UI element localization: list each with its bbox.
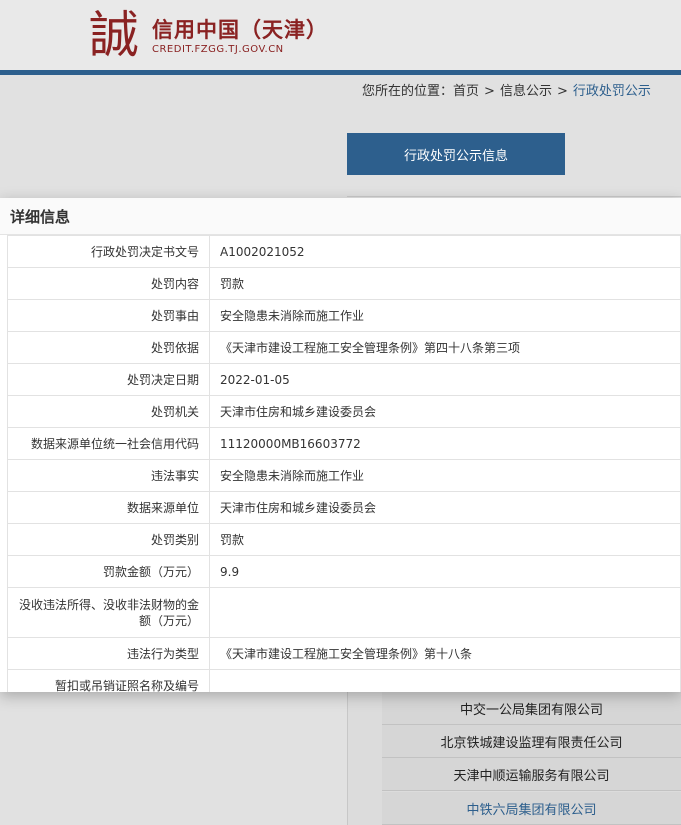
site-title[interactable]: 信用中国（天津）: [152, 14, 328, 44]
field-value: 2022-01-05: [209, 363, 681, 396]
field-label: 处罚内容: [7, 267, 210, 300]
breadcrumb-separator: >: [484, 84, 495, 99]
field-label: 暂扣或吊销证照名称及编号: [7, 669, 210, 692]
table-row: 处罚决定日期 2022-01-05: [7, 363, 681, 396]
field-value: [209, 587, 681, 638]
company-item-tjzs[interactable]: 天津中顺运输服务有限公司: [382, 758, 681, 791]
table-row: 暂扣或吊销证照名称及编号: [7, 669, 681, 692]
field-value: 安全隐患未消除而施工作业: [209, 299, 681, 332]
field-value: 安全隐患未消除而施工作业: [209, 459, 681, 492]
field-label: 罚款金额（万元）: [7, 555, 210, 588]
tab-divider: [347, 196, 681, 197]
detail-table: 行政处罚决定书文号 A1002021052 处罚内容 罚款 处罚事由 安全隐患未消除而施工…: [7, 235, 681, 692]
modal-title: 详细信息: [0, 198, 681, 235]
field-value: 罚款: [209, 267, 681, 300]
table-row: 数据来源单位统一社会信用代码 11120000MB16603772: [7, 427, 681, 460]
table-row: 处罚机关 天津市住房和城乡建设委员会: [7, 395, 681, 428]
field-label: 处罚决定日期: [7, 363, 210, 396]
breadcrumb-current[interactable]: 行政处罚公示: [573, 84, 651, 99]
credit-logo-icon[interactable]: 誠: [86, 2, 142, 64]
table-row: 数据来源单位 天津市住房和城乡建设委员会: [7, 491, 681, 524]
breadcrumb: 您所在的位置：首页 > 信息公示 > 行政处罚公示: [362, 80, 651, 99]
left-panel: [0, 692, 347, 825]
field-value: 《天津市建设工程施工安全管理条例》第十八条: [209, 637, 681, 670]
table-row: 罚款金额（万元） 9.9: [7, 555, 681, 588]
field-value: 罚款: [209, 523, 681, 556]
table-row: 违法事实 安全隐患未消除而施工作业: [7, 459, 681, 492]
field-value: A1002021052: [209, 235, 681, 268]
field-label: 数据来源单位: [7, 491, 210, 524]
field-label: 违法事实: [7, 459, 210, 492]
breadcrumb-separator: >: [556, 84, 568, 99]
field-label: 处罚类别: [7, 523, 210, 556]
site-domain: CREDIT.FZGG.TJ.GOV.CN: [152, 44, 284, 55]
table-row: 处罚事由 安全隐患未消除而施工作业: [7, 299, 681, 332]
list-border: [347, 692, 348, 825]
table-row: 处罚内容 罚款: [7, 267, 681, 300]
svg-text:誠: 誠: [89, 6, 139, 64]
field-value: 天津市住房和城乡建设委员会: [209, 395, 681, 428]
field-label: 没收违法所得、没收非法财物的金额（万元）: [7, 587, 210, 638]
table-row: 没收违法所得、没收非法财物的金额（万元）: [7, 587, 681, 638]
field-label: 处罚依据: [7, 331, 210, 364]
field-label: 处罚事由: [7, 299, 210, 332]
field-value: 《天津市建设工程施工安全管理条例》第四十八条第三项: [209, 331, 681, 364]
field-label: 行政处罚决定书文号: [7, 235, 210, 268]
field-label: 处罚机关: [7, 395, 210, 428]
field-label: 数据来源单位统一社会信用代码: [7, 427, 210, 460]
site-header: 誠 信用中国（天津） CREDIT.FZGG.TJ.GOV.CN: [0, 0, 681, 70]
tab-admin-penalty[interactable]: 行政处罚公示信息: [347, 133, 565, 175]
company-item-bjtc[interactable]: 北京铁城建设监理有限责任公司: [382, 725, 681, 758]
breadcrumb-info-public[interactable]: 信息公示: [500, 84, 552, 99]
table-row: 行政处罚决定书文号 A1002021052: [7, 235, 681, 268]
breadcrumb-prefix: 您所在的位置：: [362, 84, 454, 99]
field-value: 天津市住房和城乡建设委员会: [209, 491, 681, 524]
breadcrumb-home[interactable]: 首页: [453, 84, 479, 99]
field-value: 11120000MB16603772: [209, 427, 681, 460]
table-row: 违法行为类型 《天津市建设工程施工安全管理条例》第十八条: [7, 637, 681, 670]
field-label: 违法行为类型: [7, 637, 210, 670]
table-row: 处罚依据 《天津市建设工程施工安全管理条例》第四十八条第三项: [7, 331, 681, 364]
detail-modal: 详细信息 行政处罚决定书文号 A1002021052 处罚内容 罚款 处罚事由 安全隐患未…: [0, 198, 681, 692]
field-value: 9.9: [209, 555, 681, 588]
company-item-cr1[interactable]: 中交一公局集团有限公司: [382, 692, 681, 725]
field-value: [209, 669, 681, 692]
table-row: 处罚类别 罚款: [7, 523, 681, 556]
company-item-crec6[interactable]: 中铁六局集团有限公司: [382, 792, 681, 825]
